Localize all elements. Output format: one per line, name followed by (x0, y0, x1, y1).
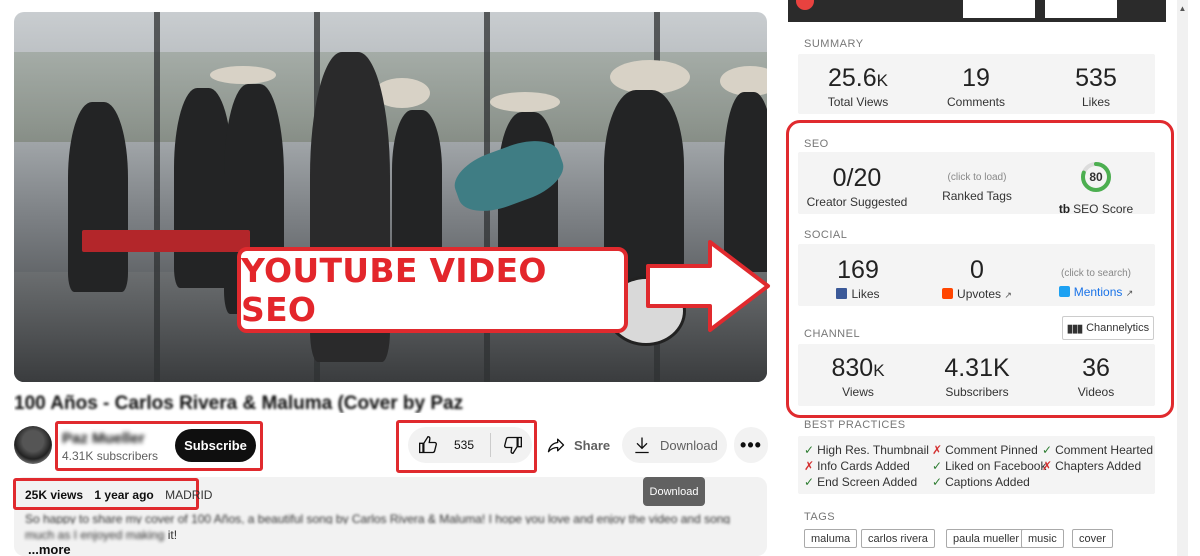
best-practice-item: ✗ Chapters Added (1042, 459, 1142, 473)
cross-icon: ✗ (932, 443, 943, 457)
extension-logo-icon (796, 0, 814, 10)
seo-overlay-banner: YOUTUBE VIDEO SEO (237, 247, 628, 333)
check-icon: ✓ (804, 443, 815, 457)
share-icon (547, 438, 565, 453)
download-button[interactable]: Download (622, 427, 727, 463)
check-icon: ✓ (932, 459, 943, 473)
stat-total-views: 25.6K Total Views (827, 64, 889, 109)
best-practice-item: ✓ High Res. Thumbnail (804, 443, 929, 457)
best-practice-item: ✓ End Screen Added (804, 475, 918, 489)
download-label: Download (660, 437, 718, 453)
cross-icon: ✗ (804, 459, 815, 473)
more-actions-button[interactable]: ••• (734, 427, 768, 463)
check-icon: ✓ (1042, 443, 1053, 457)
header-button-2[interactable] (1045, 0, 1117, 18)
tags-label: TAGS (804, 511, 836, 523)
thumbs-up-icon[interactable] (418, 435, 438, 455)
tag-chip[interactable]: maluma (804, 529, 858, 548)
thumbs-down-icon[interactable] (503, 435, 523, 455)
view-count: 25K views (25, 488, 84, 502)
page: YOUTUBE VIDEO SEO 100 Años - Carlos Rive… (0, 0, 1200, 556)
cross-icon: ✗ (1042, 459, 1053, 473)
download-icon (635, 437, 649, 454)
share-label: Share (574, 437, 611, 453)
best-practice-item: ✗ Comment Pinned (932, 443, 1038, 457)
best-practice-item: ✓ Liked on Facebook (932, 459, 1047, 473)
channel-subscribers: 4.31K subscribers (62, 449, 159, 463)
scrollbar[interactable]: ▲ (1177, 0, 1188, 556)
share-button[interactable]: Share (540, 427, 614, 463)
upload-age: 1 year ago (94, 488, 154, 502)
best-practice-item: ✓ Captions Added (932, 475, 1030, 489)
tag-chip[interactable]: cover (1072, 529, 1113, 548)
location: MADRID (165, 488, 213, 502)
like-divider (490, 433, 492, 457)
description-line-1: So happy to share my cover of 100 Años, … (25, 512, 730, 524)
description-line-2: much as I enjoyed making it! (25, 528, 178, 542)
subscribe-button[interactable]: Subscribe (175, 429, 256, 462)
summary-label: SUMMARY (804, 38, 864, 50)
like-count[interactable]: 535 (454, 438, 474, 452)
tag-chip[interactable]: carlos rivera (861, 529, 935, 548)
like-dislike-group: 535 (408, 427, 532, 463)
highlight-seo-panel (786, 120, 1174, 418)
stat-likes: 535 Likes (1075, 64, 1117, 109)
download-tooltip: Download (643, 477, 705, 506)
tag-chip[interactable]: music (1021, 529, 1064, 548)
tag-chip[interactable]: paula mueller (946, 529, 1027, 548)
channel-name[interactable]: Paz Mueller (62, 430, 145, 447)
channel-avatar[interactable] (14, 426, 52, 464)
extension-header (788, 0, 1166, 22)
best-practices-label: BEST PRACTICES (804, 419, 906, 431)
header-button-1[interactable] (963, 0, 1035, 18)
video-title: 100 Años - Carlos Rivera & Maluma (Cover… (14, 393, 466, 413)
scroll-up-arrow-icon[interactable]: ▲ (1177, 4, 1188, 18)
show-more-link[interactable]: ...more (28, 542, 71, 556)
keyboard-instrument (82, 230, 250, 252)
stat-comments: 19 Comments (946, 64, 1005, 109)
best-practice-item: ✗ Info Cards Added (804, 459, 910, 473)
best-practice-item: ✓ Comment Hearted (1042, 443, 1154, 457)
arrow-right-icon (646, 240, 770, 332)
description-meta: 25K views 1 year ago MADRID (25, 488, 220, 502)
check-icon: ✓ (804, 475, 815, 489)
check-icon: ✓ (932, 475, 943, 489)
seo-extension-sidebar: SUMMARY 25.6K Total Views 19 Comments 53… (786, 0, 1178, 556)
